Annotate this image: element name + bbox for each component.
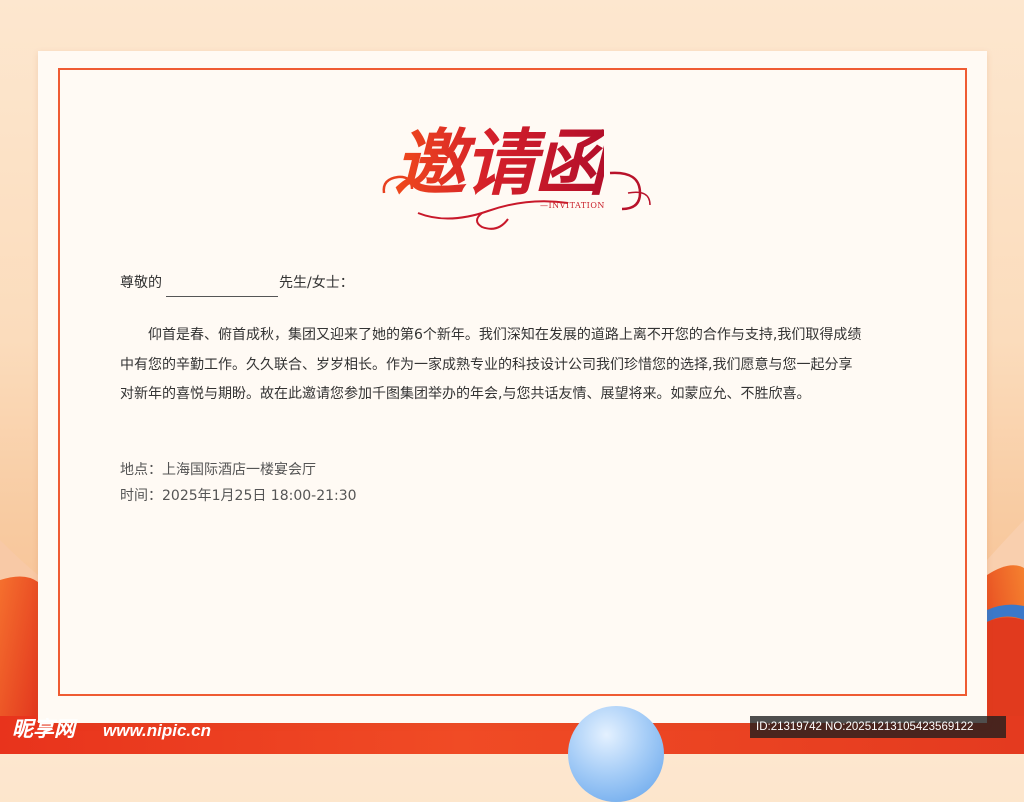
greeting-prefix: 尊敬的 [120,275,162,291]
watermark-url: www.nipic.cn [103,721,211,740]
watermark-logo: 昵享网 [12,718,75,741]
body-line: 对新年的喜悦与期盼。故在此邀请您参加千图集团举办的年会,与您共话友情、展望将来。… [120,386,811,402]
name-blank-line [166,296,278,297]
title-main: 邀请函 [394,113,606,213]
greeting-suffix: 先生/女士： [279,275,354,291]
invitation-body: 仰首是春、俯首成秋，集团又迎来了她的第6个新年。我们深知在发展的道路上离不开您的… [120,321,920,410]
title-subtitle: —INVITATION [540,201,605,210]
body-line: 中有您的辛勤工作。久久联合、岁岁相长。作为一家成熟专业的科技设计公司我们珍惜您的… [120,356,853,373]
event-time: 时间：2025年1月25日 18:00-21:30 [120,488,357,504]
invitation-card: 邀请函 —INVITATION 尊敬的 先生/女士： 仰首是春、俯首成秋，集团又… [38,51,987,723]
watermark-id: ID:21319742 NO:20251213105423569122 [750,716,1006,738]
decorative-blue-sphere [568,706,664,802]
body-line: 仰首是春、俯首成秋，集团又迎来了她的第6个新年。我们深知在发展的道路上离不开您的… [148,327,862,343]
title-artwork: 邀请函 —INVITATION [378,113,658,233]
